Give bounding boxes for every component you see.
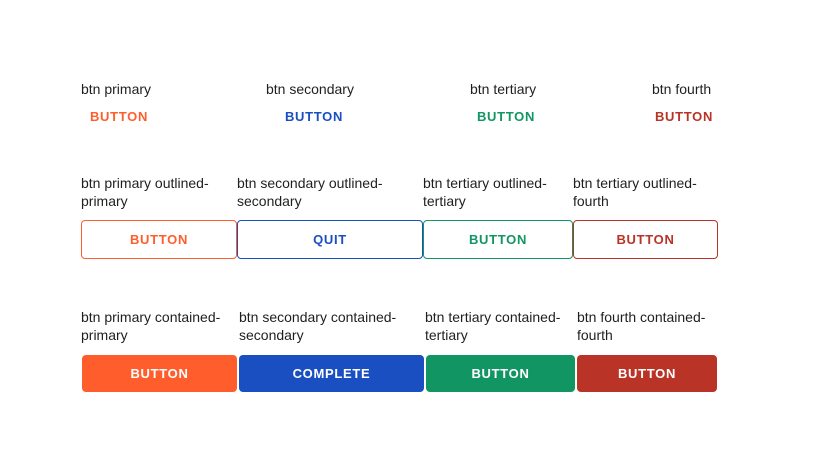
label-line-2: fourth — [577, 327, 613, 343]
label-line-1: btn tertiary contained- — [425, 309, 561, 325]
label-btn-fourth-outlined: btn tertiary outlined- fourth — [573, 174, 697, 210]
label-btn-fourth: btn fourth — [652, 81, 712, 97]
fourth-contained-button[interactable]: BUTTON — [577, 355, 717, 392]
label-btn-tertiary-contained: btn tertiary contained- tertiary — [425, 308, 560, 344]
complete-contained-button[interactable]: COMPLETE — [239, 355, 424, 392]
label-line-1: btn fourth contained- — [577, 309, 706, 325]
label-line-2: primary — [81, 327, 128, 343]
label-btn-primary-outlined: btn primary outlined- primary — [81, 174, 209, 210]
label-btn-secondary-contained: btn secondary contained- secondary — [239, 308, 396, 344]
label-btn-tertiary-outlined: btn tertiary outlined- tertiary — [423, 174, 547, 210]
label-line-1: btn tertiary outlined- — [423, 175, 547, 191]
primary-text-button[interactable]: BUTTON — [81, 105, 157, 127]
primary-contained-button[interactable]: BUTTON — [82, 355, 237, 392]
fourth-text-button[interactable]: BUTTON — [646, 105, 722, 127]
label-line-2: fourth — [573, 193, 609, 209]
label-line-2: secondary — [239, 327, 304, 343]
label-btn-secondary-outlined: btn secondary outlined- secondary — [237, 174, 383, 210]
label-line-1: btn secondary outlined- — [237, 175, 383, 191]
label-line-1: btn tertiary outlined- — [573, 175, 697, 191]
primary-outlined-button[interactable]: BUTTON — [81, 220, 237, 259]
secondary-text-button[interactable]: BUTTON — [276, 105, 352, 127]
label-line-1: btn secondary contained- — [239, 309, 397, 325]
label-btn-primary-contained: btn primary contained- primary — [81, 308, 220, 344]
tertiary-contained-button[interactable]: BUTTON — [426, 355, 575, 392]
label-line-2: tertiary — [423, 193, 466, 209]
label-line-2: tertiary — [425, 327, 468, 343]
label-btn-secondary: btn secondary — [266, 81, 354, 97]
label-line-1: btn primary contained- — [81, 309, 221, 325]
label-line-2: secondary — [237, 193, 302, 209]
tertiary-outlined-button[interactable]: BUTTON — [423, 220, 573, 259]
label-line-2: primary — [81, 193, 128, 209]
tertiary-text-button[interactable]: BUTTON — [468, 105, 544, 127]
label-btn-fourth-contained: btn fourth contained- fourth — [577, 308, 705, 344]
label-btn-tertiary: btn tertiary — [470, 81, 537, 97]
label-btn-primary: btn primary — [81, 81, 152, 97]
quit-outlined-button[interactable]: QUIT — [237, 220, 423, 259]
fourth-outlined-button[interactable]: BUTTON — [573, 220, 718, 259]
label-line-1: btn primary outlined- — [81, 175, 209, 191]
